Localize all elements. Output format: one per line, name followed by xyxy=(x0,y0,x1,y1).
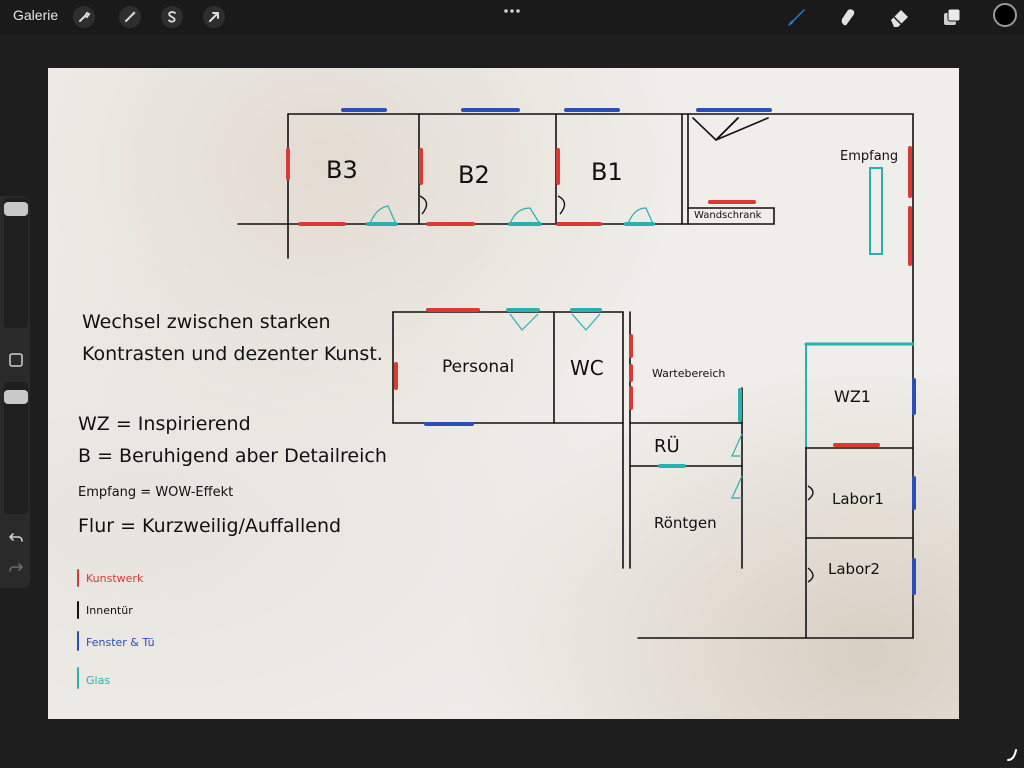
color-picker-button[interactable] xyxy=(993,3,1017,27)
note-line-1: Wechsel zwischen starken xyxy=(82,311,331,333)
note-wz: WZ = Inspirierend xyxy=(78,413,251,435)
room-label-wartebereich: Wartebereich xyxy=(652,367,725,380)
note-empfang: Empfang = WOW-Effekt xyxy=(78,485,233,500)
room-label-roentgen-small: RÜ xyxy=(654,435,680,457)
left-sidebar xyxy=(0,196,30,588)
arrow-transform-icon[interactable] xyxy=(202,5,226,29)
room-label-empfang: Empfang xyxy=(840,149,898,164)
note-flur: Flur = Kurzweilig/Auffallend xyxy=(78,515,341,537)
room-label-b1: B1 xyxy=(591,158,623,186)
smudge-icon[interactable] xyxy=(836,5,860,29)
eraser-icon[interactable] xyxy=(888,5,912,29)
drawing-canvas[interactable]: B3 B2 B1 Wandschrank Empfang Personal WC… xyxy=(48,68,959,719)
quickmenu-corner-icon[interactable] xyxy=(1004,746,1022,764)
note-line-2: Kontrasten und dezenter Kunst. xyxy=(82,343,383,365)
layers-icon[interactable] xyxy=(940,5,964,29)
wrench-icon[interactable] xyxy=(72,5,96,29)
gallery-button[interactable]: Galerie xyxy=(13,7,58,23)
more-options-icon[interactable] xyxy=(503,2,521,14)
square-modify-icon[interactable] xyxy=(8,352,24,368)
note-b: B = Beruhigend aber Detailreich xyxy=(78,445,387,467)
room-label-wc: WC xyxy=(570,356,604,380)
room-label-roentgen: Röntgen xyxy=(654,514,717,532)
legend-glas: Glas xyxy=(86,674,110,687)
redo-icon[interactable] xyxy=(8,560,24,576)
undo-icon[interactable] xyxy=(8,530,24,546)
opacity-thumb[interactable] xyxy=(4,390,28,404)
room-label-b3: B3 xyxy=(326,156,358,184)
room-label-labor1: Labor1 xyxy=(832,490,884,508)
room-label-wandschrank: Wandschrank xyxy=(694,210,762,221)
room-label-personal: Personal xyxy=(442,357,514,377)
legend-innentuer: Innentür xyxy=(86,604,133,617)
brush-icon[interactable] xyxy=(784,5,808,29)
legend-fenster: Fenster & Tü xyxy=(86,636,155,649)
room-label-wz1: WZ1 xyxy=(834,387,871,406)
magic-wand-icon[interactable] xyxy=(118,5,142,29)
room-label-labor2: Labor2 xyxy=(828,560,880,578)
selection-s-icon[interactable] xyxy=(160,5,184,29)
floor-plan-drawing: B3 B2 B1 Wandschrank Empfang Personal WC… xyxy=(77,108,916,689)
room-label-b2: B2 xyxy=(458,161,490,189)
brush-size-slider[interactable] xyxy=(4,198,28,328)
legend-kunstwerk: Kunstwerk xyxy=(86,572,144,585)
brush-size-thumb[interactable] xyxy=(4,202,28,216)
top-toolbar: Galerie xyxy=(0,0,1024,34)
